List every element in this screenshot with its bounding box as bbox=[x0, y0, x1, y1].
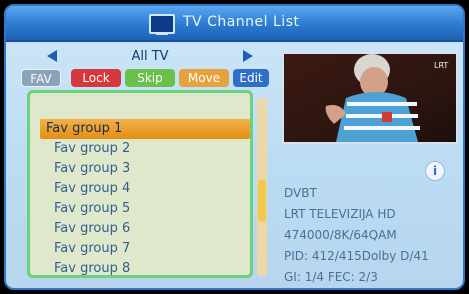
function-tabs: FAV Lock Skip Move Edit bbox=[15, 69, 269, 89]
tv-channel-list-screen: TV Channel List All TV FAV Lock Skip Mov… bbox=[4, 4, 465, 290]
list-item-fav-group-7[interactable]: Fav group 7 bbox=[48, 239, 248, 259]
list-item-fav-group-8[interactable]: Fav group 8 bbox=[48, 259, 248, 279]
video-preview: LRT bbox=[282, 52, 458, 144]
preview-image: LRT bbox=[284, 54, 456, 142]
list-item-fav-group-5[interactable]: Fav group 5 bbox=[48, 199, 248, 219]
category-nav: All TV bbox=[15, 48, 269, 66]
list-item-fav-group-2[interactable]: Fav group 2 bbox=[48, 139, 248, 159]
tab-edit[interactable]: Edit bbox=[233, 69, 269, 87]
tab-lock[interactable]: Lock bbox=[71, 69, 121, 87]
tab-move[interactable]: Move bbox=[179, 69, 229, 87]
frequency-info: 474000/8K/64QAM bbox=[284, 228, 397, 242]
list-item-fav-group-1[interactable]: Fav group 1 bbox=[40, 119, 250, 139]
list-item-fav-group-3[interactable]: Fav group 3 bbox=[48, 159, 248, 179]
tv-icon bbox=[149, 14, 175, 35]
info-icon[interactable]: i bbox=[425, 161, 445, 181]
title-bar: TV Channel List bbox=[6, 6, 463, 42]
left-panel: All TV FAV Lock Skip Move Edit Fav group… bbox=[15, 46, 269, 284]
fav-group-list: Fav group 1 Fav group 2 Fav group 3 Fav … bbox=[27, 90, 253, 278]
list-item-fav-group-6[interactable]: Fav group 6 bbox=[48, 219, 248, 239]
gi-fec-info: GI: 1/4 FEC: 2/3 bbox=[284, 270, 378, 284]
scroll-thumb[interactable] bbox=[258, 180, 266, 222]
left-arrow-icon[interactable] bbox=[47, 50, 57, 62]
right-arrow-icon[interactable] bbox=[243, 50, 253, 62]
scrollbar[interactable] bbox=[257, 98, 267, 276]
pid-info: PID: 412/415Dolby D/41 bbox=[284, 249, 429, 263]
tab-skip[interactable]: Skip bbox=[125, 69, 175, 87]
category-label: All TV bbox=[131, 49, 169, 64]
window-title: TV Channel List bbox=[183, 14, 300, 30]
tab-fav[interactable]: FAV bbox=[21, 69, 61, 87]
list-item-fav-group-4[interactable]: Fav group 4 bbox=[48, 179, 248, 199]
channel-logo: LRT bbox=[434, 61, 448, 70]
broadcast-standard: DVBT bbox=[284, 186, 317, 200]
channel-name: LRT TELEVIZIJA HD bbox=[284, 207, 396, 221]
